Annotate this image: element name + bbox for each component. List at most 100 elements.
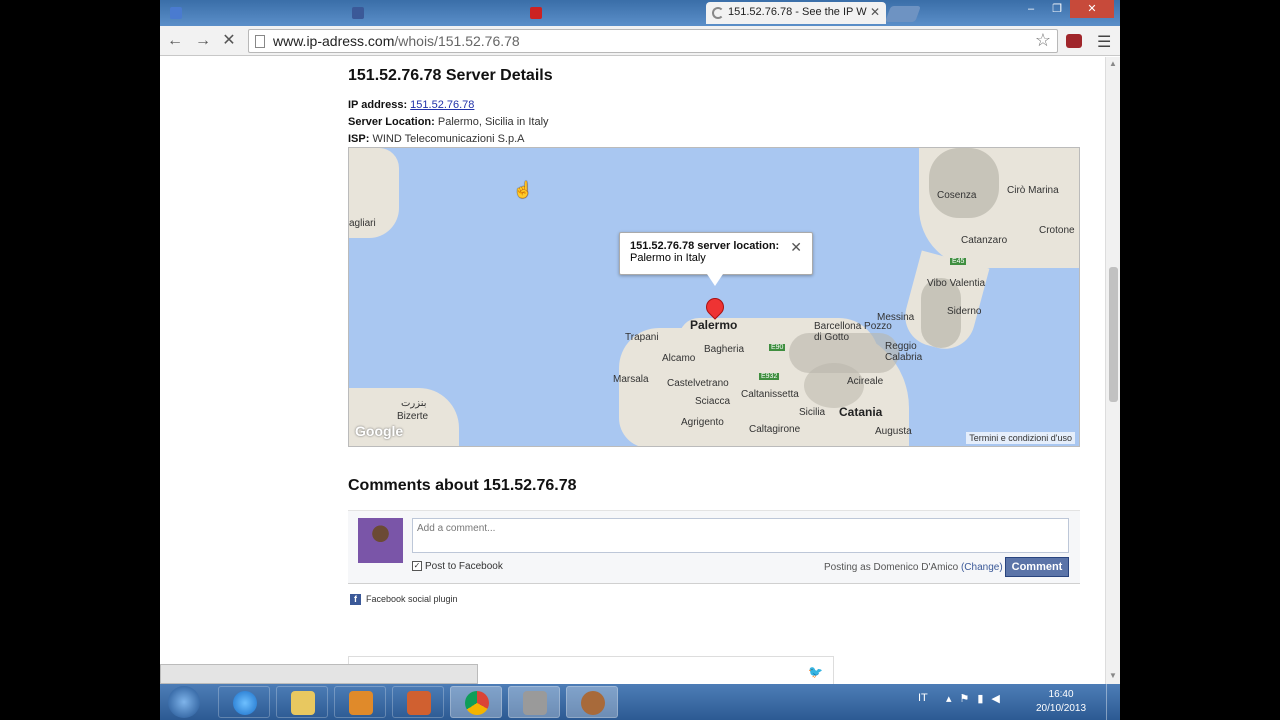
tab-ip-address[interactable]: 151.52.76.78 - See the IP W ✕ — [706, 2, 886, 24]
post-to-facebook-option[interactable]: ✓ Post to Facebook — [412, 561, 503, 572]
avatar[interactable] — [358, 518, 403, 563]
left-letterbox — [0, 0, 160, 684]
address-bar[interactable]: www.ip-adress.com/whois/151.52.76.78 ☆ — [248, 29, 1058, 53]
info-window-title: 151.52.76.78 server location: — [630, 240, 780, 252]
google-logo[interactable]: Google — [355, 423, 403, 439]
glove-icon — [581, 691, 605, 715]
map-city-bizerte-ar: بنزرت — [401, 398, 427, 409]
comment-input[interactable]: Add a comment... — [412, 518, 1069, 553]
maximize-button[interactable]: ❐ — [1044, 0, 1070, 18]
server-info: IP address: 151.52.76.78 Server Location… — [348, 97, 549, 148]
google-plus-icon — [170, 7, 182, 19]
posting-as-text: Posting as Domenico D'Amico (Change) — [824, 562, 1003, 573]
map-terms-link[interactable]: Termini e condizioni d'uso — [966, 432, 1075, 444]
internet-explorer-icon — [233, 691, 257, 715]
map-city-bizerte: Bizerte — [397, 411, 429, 422]
tab-facebook[interactable] — [346, 2, 522, 24]
map-city-alcamo: Alcamo — [662, 353, 696, 364]
taskbar-internet-explorer[interactable] — [218, 686, 270, 718]
map-city-reggio: Reggio Calabria — [885, 341, 923, 363]
server-location-row: Server Location: Palermo, Sicilia in Ita… — [348, 116, 549, 128]
minimize-button[interactable]: – — [1018, 0, 1044, 18]
taskbar-recorder[interactable] — [508, 686, 560, 718]
map-city-trapani: Trapani — [625, 332, 659, 343]
facebook-icon: f — [350, 594, 361, 606]
taskbar-media-player[interactable] — [334, 686, 386, 718]
scroll-up-arrow-icon[interactable]: ▲ — [1109, 59, 1117, 68]
map-city-agrigento: Agrigento — [681, 417, 724, 428]
windows-taskbar: IT ▴⚑▮◀ 16:40 20/10/2013 — [160, 684, 1120, 720]
change-account-link[interactable]: (Change) — [961, 562, 1003, 573]
facebook-social-plugin[interactable]: f Facebook social plugin — [350, 594, 458, 606]
url-path: /whois/151.52.76.78 — [394, 33, 520, 49]
close-button[interactable]: ✕ — [1070, 0, 1114, 18]
map-city-acireale: Acireale — [847, 376, 884, 387]
system-tray-icons[interactable]: ▴⚑▮◀ — [946, 692, 1008, 705]
map-city-sciacca: Sciacca — [695, 396, 731, 407]
map-city-cagliari: agliari — [349, 218, 376, 229]
start-button[interactable] — [168, 686, 200, 718]
browser-window: 151.52.76.78 - See the IP W ✕ – ❐ ✕ ← → … — [160, 0, 1120, 684]
map-city-caltagirone: Caltagirone — [749, 424, 801, 435]
show-desktop-button[interactable] — [1106, 684, 1120, 720]
browser-toolbar: ← → ✕ www.ip-adress.com/whois/151.52.76.… — [160, 26, 1120, 56]
tab-google[interactable] — [164, 2, 344, 24]
taskbar-app-paint[interactable] — [392, 686, 444, 718]
map-city-siderno: Siderno — [947, 306, 982, 317]
extension-icon[interactable] — [1066, 34, 1082, 48]
scroll-down-arrow-icon[interactable]: ▼ — [1109, 671, 1117, 680]
comment-button[interactable]: Comment — [1005, 557, 1069, 577]
twitter-icon[interactable]: 🐦 — [808, 665, 823, 679]
map-city-palermo: Palermo — [690, 318, 738, 332]
map-city-bagheria: Bagheria — [704, 344, 745, 355]
tab-youtube[interactable] — [524, 2, 700, 24]
hand-cursor-icon: ☝ — [513, 182, 533, 199]
folder-icon — [291, 691, 315, 715]
road-badge: E932 — [759, 373, 780, 380]
language-indicator[interactable]: IT — [918, 692, 928, 704]
url-host: www.ip-adress.com — [273, 33, 395, 49]
map-city-ciro: Cirò Marina — [1007, 185, 1059, 196]
taskbar-explorer[interactable] — [276, 686, 328, 718]
tab-close-icon[interactable]: ✕ — [870, 5, 880, 19]
map-region-sicilia: Sicilia — [799, 407, 826, 418]
location-map[interactable]: agliari بنزرت Bizerte Cosenza Cirò Marin… — [348, 147, 1080, 447]
stop-loading-icon[interactable]: ✕ — [218, 30, 240, 52]
page-icon — [255, 35, 265, 48]
scrollbar-thumb[interactable] — [1109, 267, 1118, 402]
map-city-catanzaro: Catanzaro — [961, 235, 1008, 246]
taskbar-clock[interactable]: 16:40 20/10/2013 — [1036, 688, 1086, 716]
back-arrow-icon[interactable]: ← — [164, 30, 186, 52]
youtube-icon — [530, 7, 542, 19]
chrome-icon — [465, 691, 489, 715]
new-tab-button[interactable] — [885, 6, 921, 22]
info-window-tail — [707, 274, 723, 286]
menu-icon[interactable]: ☰ — [1097, 32, 1111, 52]
taskbar-chrome[interactable] — [450, 686, 502, 718]
ip-address-link[interactable]: 151.52.76.78 — [410, 99, 474, 111]
media-player-icon — [349, 691, 373, 715]
info-window-text: Palermo in Italy — [630, 252, 706, 264]
map-marker-icon[interactable] — [702, 294, 728, 320]
forward-arrow-icon[interactable]: → — [192, 30, 214, 52]
map-info-window: 151.52.76.78 server location: Palermo in… — [619, 232, 813, 275]
status-bubble — [160, 664, 478, 684]
paint-icon — [407, 691, 431, 715]
taskbar-app-glove[interactable] — [566, 686, 618, 718]
facebook-icon — [352, 7, 364, 19]
map-city-castelvetrano: Castelvetrano — [667, 378, 729, 389]
post-to-facebook-checkbox[interactable]: ✓ — [412, 561, 422, 572]
map-city-caltanissetta: Caltanissetta — [741, 389, 799, 400]
isp-row: ISP: WIND Telecomunicazioni S.p.A — [348, 133, 525, 145]
info-window-close-icon[interactable]: ✕ — [790, 239, 802, 256]
page-content: 151.52.76.78 Server Details IP address: … — [160, 57, 1105, 684]
right-letterbox — [1120, 0, 1280, 684]
vertical-scrollbar[interactable]: ▲ ▼ — [1105, 57, 1120, 684]
loading-spinner-icon — [712, 7, 724, 19]
ip-address-row: IP address: 151.52.76.78 — [348, 99, 475, 111]
map-city-vibo: Vibo Valentia — [927, 278, 986, 289]
bookmark-star-icon[interactable]: ☆ — [1035, 30, 1051, 51]
road-badge: E90 — [769, 344, 786, 351]
road-badge: E45 — [950, 258, 967, 265]
map-city-crotone: Crotone — [1039, 225, 1075, 236]
